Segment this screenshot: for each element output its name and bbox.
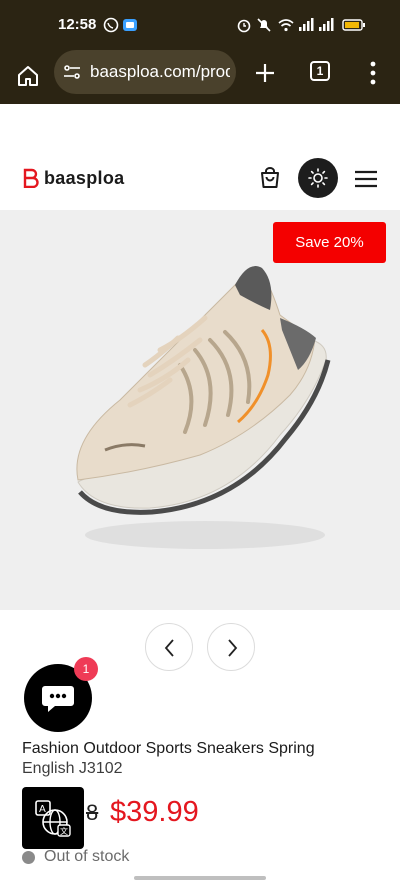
mute-icon <box>257 18 271 32</box>
theme-toggle-button[interactable] <box>298 158 338 198</box>
site-header: baasploa <box>0 104 400 210</box>
tab-switcher-button[interactable]: 1 <box>310 61 330 81</box>
alarm-icon <box>237 19 251 33</box>
sun-icon <box>308 168 328 188</box>
gesture-navigation-bar <box>134 876 266 880</box>
svg-text:文: 文 <box>60 826 68 836</box>
original-price: 8 <box>86 800 99 825</box>
browser-toolbar: baasploa.com/prod 1 <box>0 50 400 104</box>
stock-status: Out of stock <box>44 848 130 865</box>
address-bar[interactable]: baasploa.com/prod <box>54 50 236 94</box>
whatsapp-icon <box>103 17 119 33</box>
chevron-right-icon <box>228 639 238 657</box>
new-tab-icon[interactable] <box>254 62 276 84</box>
next-image-button[interactable] <box>207 623 255 671</box>
chat-bubble-icon <box>42 686 74 712</box>
app-notification-icon <box>123 19 137 31</box>
translate-button[interactable]: A 文 <box>22 787 84 849</box>
svg-text:A: A <box>39 804 46 815</box>
product-title-overlap: English J3102 <box>22 760 123 777</box>
site-logo[interactable]: baasploa <box>22 168 124 188</box>
signal-icon <box>299 18 314 31</box>
chevron-left-icon <box>164 639 174 657</box>
stock-indicator <box>22 851 35 864</box>
chat-unread-badge: 1 <box>74 657 98 681</box>
sneaker-image <box>76 266 331 549</box>
battery-icon <box>342 19 365 31</box>
home-icon[interactable] <box>16 64 40 88</box>
logo-text: baasploa <box>44 167 125 188</box>
previous-image-button[interactable] <box>145 623 193 671</box>
translate-icon: A 文 <box>35 800 71 837</box>
hamburger-menu-icon[interactable] <box>354 170 378 188</box>
logo-mark-icon <box>23 168 39 188</box>
more-options-icon[interactable] <box>368 60 378 86</box>
status-bar: 12:58 <box>0 0 400 50</box>
cart-icon[interactable] <box>258 166 282 190</box>
signal-icon <box>319 18 334 31</box>
status-time: 12:58 <box>58 16 97 33</box>
product-title: Fashion Outdoor Sports Sneakers Spring <box>22 740 315 757</box>
product-image[interactable] <box>0 210 400 610</box>
wifi-icon <box>278 19 294 32</box>
url-text[interactable]: baasploa.com/prod <box>90 62 230 82</box>
site-settings-icon[interactable] <box>62 62 82 82</box>
sale-price: $39.99 <box>110 796 199 828</box>
discount-badge: Save 20% <box>273 222 386 263</box>
